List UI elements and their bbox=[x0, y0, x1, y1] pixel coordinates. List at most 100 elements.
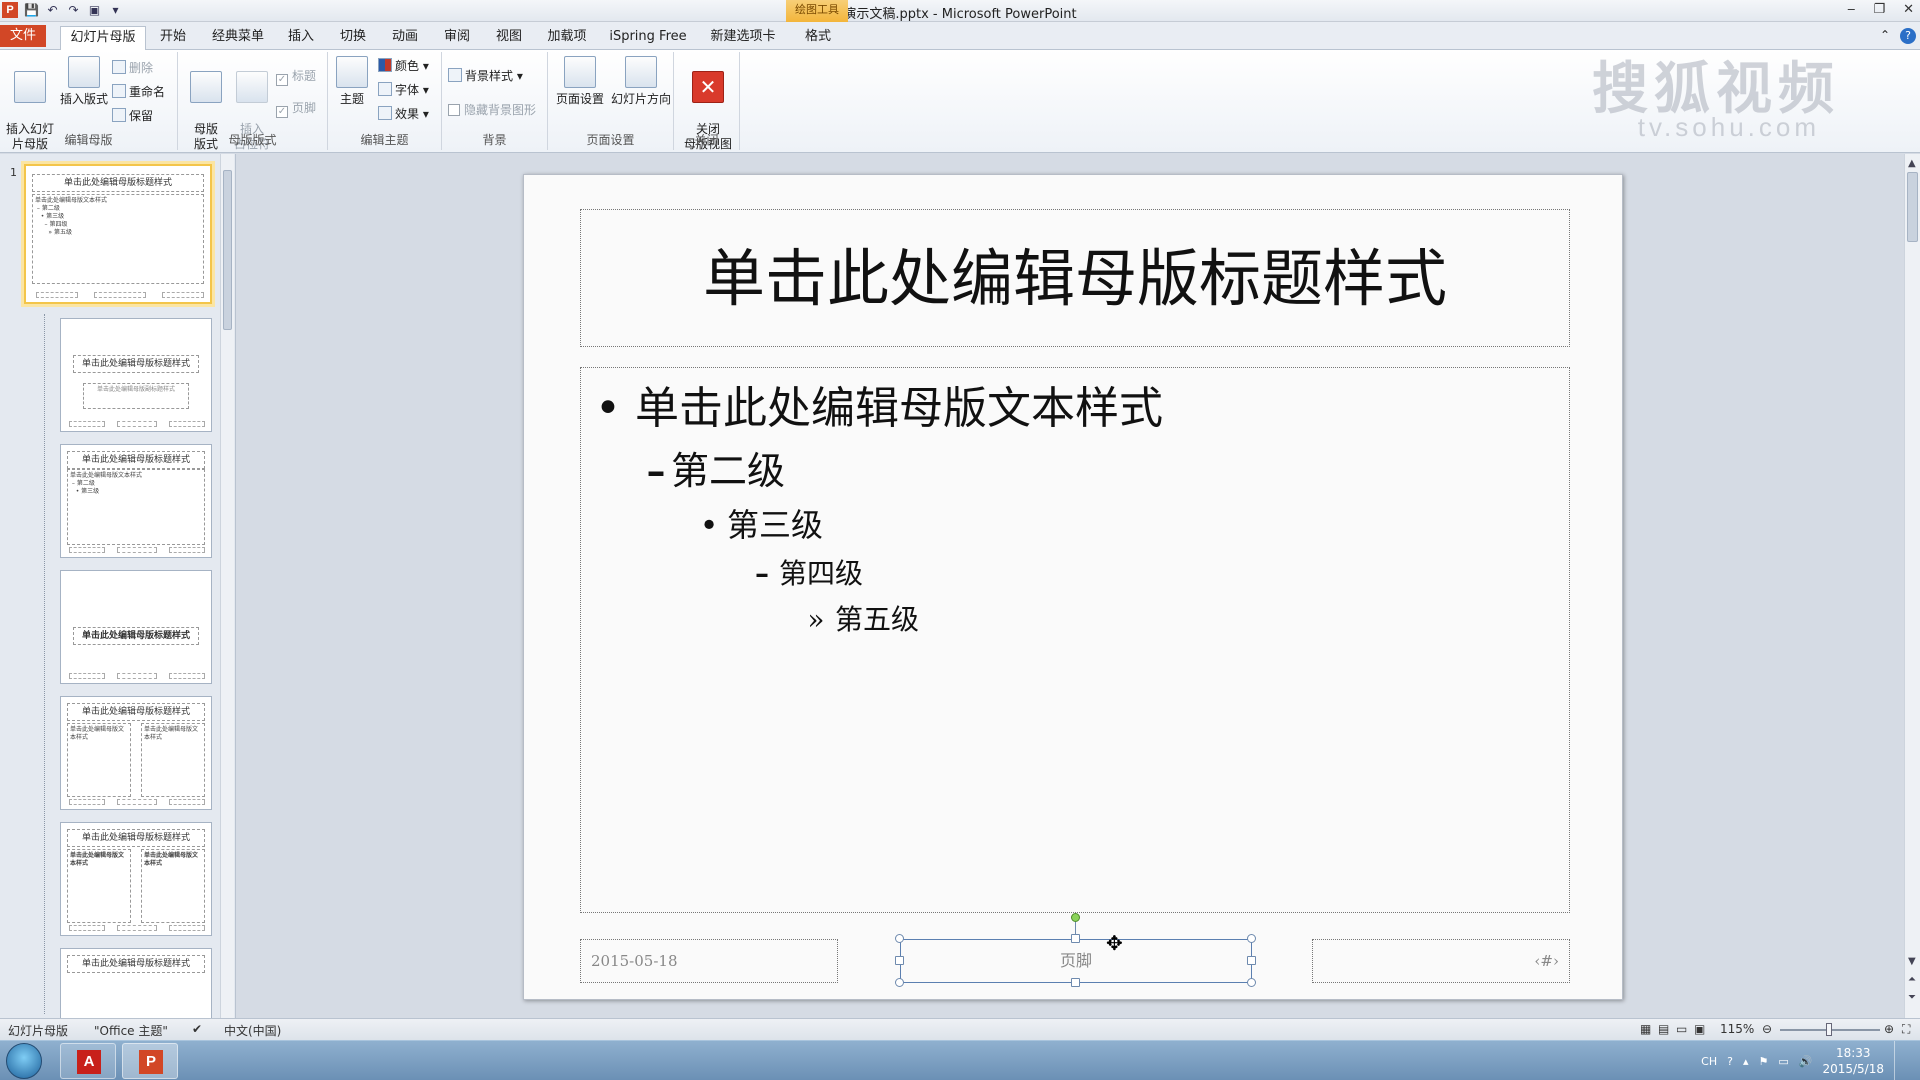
thumbnail-layout-title[interactable]: 单击此处编辑母版标题样式 单击此处编辑母版副标题样式 bbox=[60, 318, 212, 432]
thumbnail-layout-two-content[interactable]: 单击此处编辑母版标题样式 单击此处编辑母版文本样式 单击此处编辑母版文本样式 bbox=[60, 696, 212, 810]
background-styles-icon bbox=[448, 68, 462, 82]
volume-icon[interactable]: 🔊 bbox=[1799, 1055, 1813, 1068]
footer-checkbox[interactable]: ✓ 页脚 bbox=[276, 98, 316, 118]
tab-home[interactable]: 开始 bbox=[156, 26, 190, 50]
fit-to-window-icon[interactable]: ⛶ bbox=[1902, 1022, 1910, 1037]
effects-button[interactable]: 效果 ▾ bbox=[378, 104, 429, 124]
colors-button[interactable]: 颜色 ▾ bbox=[378, 56, 429, 76]
zoom-level[interactable]: 115% bbox=[1720, 1022, 1754, 1036]
close-window-button[interactable]: ✕ bbox=[1903, 2, 1914, 17]
acrobat-icon: A bbox=[77, 1050, 101, 1074]
normal-view-icon[interactable]: ▦ bbox=[1640, 1022, 1651, 1036]
slide-orientation-button[interactable]: 幻灯片方向 bbox=[610, 56, 672, 107]
resize-handle-bl[interactable] bbox=[895, 978, 904, 987]
status-theme[interactable]: "Office 主题" bbox=[94, 1022, 168, 1039]
tab-format[interactable]: 格式 bbox=[798, 26, 838, 50]
body-placeholder[interactable]: • 单击此处编辑母版文本样式 – 第二级 • 第三级 – 第四级 » 第五级 bbox=[580, 367, 1570, 913]
scroll-up-icon[interactable]: ▲ bbox=[1908, 158, 1916, 169]
status-view: 幻灯片母版 bbox=[8, 1024, 69, 1038]
themes-button[interactable]: 主题 bbox=[334, 56, 370, 107]
background-styles-button[interactable]: 背景样式 ▾ bbox=[448, 66, 523, 86]
drawing-tools-context-tab: 绘图工具 bbox=[786, 0, 848, 22]
group-label-background: 背景 bbox=[482, 133, 507, 147]
title-checkbox[interactable]: ✓ 标题 bbox=[276, 66, 316, 86]
zoom-in-icon[interactable]: ⊕ bbox=[1884, 1022, 1894, 1036]
show-desktop-button[interactable] bbox=[1894, 1041, 1906, 1080]
show-hidden-icons[interactable]: ▴ bbox=[1743, 1055, 1749, 1068]
insert-layout-button[interactable]: 插入版式 bbox=[58, 56, 110, 107]
group-edit-theme: 主题 颜色 ▾ 字体 ▾ 效果 ▾ 编辑主题 bbox=[328, 52, 442, 150]
resize-handle-br[interactable] bbox=[1247, 978, 1256, 987]
hide-background-checkbox[interactable]: 隐藏背景图形 bbox=[448, 100, 536, 120]
network-icon[interactable]: ▭ bbox=[1778, 1055, 1788, 1068]
slideshow-view-icon[interactable]: ▣ bbox=[1694, 1022, 1705, 1036]
spellcheck-icon[interactable]: ✔ bbox=[192, 1022, 202, 1036]
rotation-handle[interactable] bbox=[1071, 913, 1080, 922]
tab-file[interactable]: 文件 bbox=[0, 25, 46, 47]
tab-slide-master[interactable]: 幻灯片母版 bbox=[60, 26, 146, 51]
resize-handle-t[interactable] bbox=[1071, 934, 1080, 943]
fonts-icon bbox=[378, 82, 392, 96]
title-placeholder[interactable]: 单击此处编辑母版标题样式 bbox=[580, 209, 1570, 347]
status-language[interactable]: 中文(中国) bbox=[224, 1022, 281, 1039]
tab-view[interactable]: 视图 bbox=[492, 26, 526, 50]
resize-handle-tl[interactable] bbox=[895, 934, 904, 943]
resize-handle-r[interactable] bbox=[1247, 956, 1256, 965]
clock[interactable]: 18:33 2015/5/18 bbox=[1822, 1045, 1884, 1077]
zoom-out-icon[interactable]: ⊖ bbox=[1762, 1022, 1772, 1036]
tab-transitions[interactable]: 切换 bbox=[336, 26, 370, 50]
reading-view-icon[interactable]: ▭ bbox=[1676, 1022, 1687, 1036]
restore-button[interactable]: ❐ bbox=[1873, 2, 1885, 17]
rename-button[interactable]: 重命名 bbox=[112, 82, 165, 102]
tab-animations[interactable]: 动画 bbox=[388, 26, 422, 50]
editor-scrollbar[interactable]: ▲ ▼ ⏶ ⏷ bbox=[1904, 154, 1920, 1018]
resize-handle-l[interactable] bbox=[895, 956, 904, 965]
taskbar-powerpoint[interactable]: P bbox=[122, 1043, 178, 1079]
help-icon[interactable]: ? bbox=[1900, 28, 1916, 44]
delete-button[interactable]: 删除 bbox=[112, 58, 153, 78]
slide-editor: 单击此处编辑母版标题样式 • 单击此处编辑母版文本样式 – 第二级 • 第三级 – 第四… bbox=[236, 154, 1920, 1018]
fonts-button[interactable]: 字体 ▾ bbox=[378, 80, 429, 100]
powerpoint-taskbar-icon: P bbox=[139, 1050, 163, 1074]
taskbar-acrobat[interactable]: A bbox=[60, 1043, 116, 1079]
thumbnail-layout-content[interactable]: 单击此处编辑母版标题样式 单击此处编辑母版文本样式 – 第二级 • 第三级 bbox=[60, 444, 212, 558]
minimize-ribbon-icon[interactable]: ⌃ bbox=[1880, 28, 1890, 44]
thumbnail-layout-section[interactable]: 单击此处编辑母版标题样式 bbox=[60, 570, 212, 684]
themes-icon bbox=[336, 56, 368, 88]
group-label-edit-theme: 编辑主题 bbox=[360, 133, 409, 147]
editor-scroll-thumb[interactable] bbox=[1907, 172, 1918, 242]
tab-addins[interactable]: 加载项 bbox=[544, 26, 590, 50]
slide-sorter-icon[interactable]: ▤ bbox=[1658, 1022, 1669, 1036]
preserve-button[interactable]: 保留 bbox=[112, 106, 153, 126]
tab-insert[interactable]: 插入 bbox=[284, 26, 318, 50]
footer-placeholder[interactable]: 页脚 bbox=[900, 939, 1252, 983]
layout-connector-line bbox=[44, 314, 45, 1014]
minimize-button[interactable]: ‒ bbox=[1847, 2, 1855, 17]
page-setup-button[interactable]: 页面设置 bbox=[552, 56, 608, 107]
thumbnail-scrollbar[interactable] bbox=[220, 154, 234, 1018]
zoom-slider-knob[interactable] bbox=[1826, 1023, 1832, 1036]
page-setup-icon bbox=[564, 56, 596, 88]
resize-handle-b[interactable] bbox=[1071, 978, 1080, 987]
date-placeholder[interactable]: 2015-05-18 bbox=[580, 939, 838, 983]
tab-classic-menu[interactable]: 经典菜单 bbox=[208, 26, 268, 50]
thumbnail-slide-master[interactable]: 单击此处编辑母版标题样式 单击此处编辑母版文本样式 – 第二级 • 第三级 – … bbox=[24, 164, 212, 304]
tab-new-tab[interactable]: 新建选项卡 bbox=[706, 26, 780, 50]
start-button-icon[interactable] bbox=[6, 1043, 42, 1079]
insert-master-icon bbox=[14, 71, 46, 103]
thumbnail-scroll-thumb[interactable] bbox=[223, 170, 232, 330]
next-slide-icon[interactable]: ⏷ bbox=[1908, 992, 1916, 1003]
previous-slide-icon[interactable]: ⏶ bbox=[1908, 974, 1916, 985]
thumbnail-layout-title-only[interactable]: 单击此处编辑母版标题样式 bbox=[60, 948, 212, 1018]
resize-handle-tr[interactable] bbox=[1247, 934, 1256, 943]
body-level-5: » 第五级 bbox=[807, 603, 920, 636]
scroll-down-icon[interactable]: ▼ bbox=[1908, 956, 1916, 967]
tab-ispring[interactable]: iSpring Free bbox=[608, 26, 688, 50]
help-tray-icon[interactable]: ? bbox=[1727, 1055, 1733, 1068]
slide-number-placeholder[interactable]: ‹#› bbox=[1312, 939, 1570, 983]
delete-icon bbox=[112, 60, 126, 74]
action-center-icon[interactable]: ⚑ bbox=[1758, 1055, 1768, 1068]
tab-review[interactable]: 审阅 bbox=[440, 26, 474, 50]
ime-indicator[interactable]: CH bbox=[1701, 1055, 1717, 1068]
thumbnail-layout-comparison[interactable]: 单击此处编辑母版标题样式 单击此处编辑母版文本样式 单击此处编辑母版文本样式 bbox=[60, 822, 212, 936]
